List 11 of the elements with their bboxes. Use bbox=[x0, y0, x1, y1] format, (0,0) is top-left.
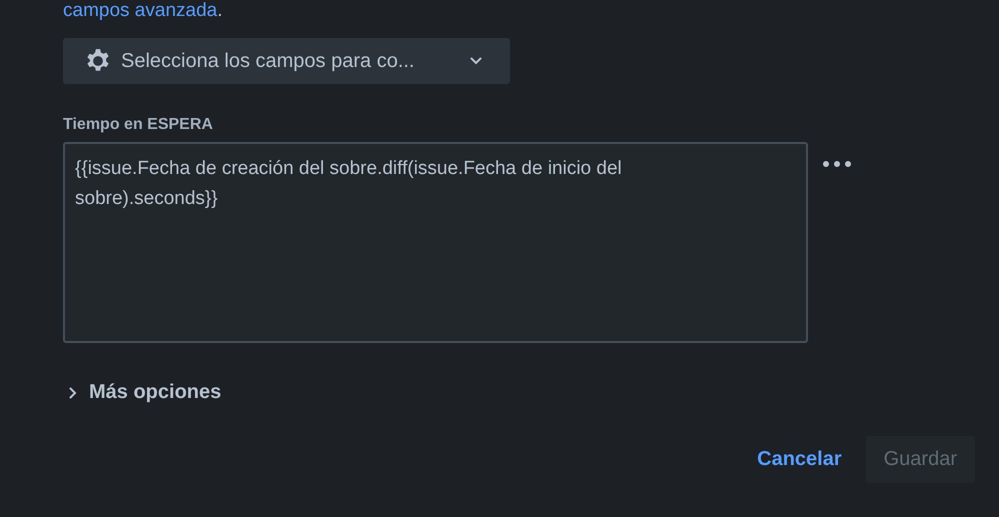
intro-text: campos avanzada. bbox=[63, 0, 224, 22]
cancel-button[interactable]: Cancelar bbox=[745, 438, 854, 481]
field-label: Tiempo en ESPERA bbox=[63, 116, 214, 134]
expression-field[interactable]: {{issue.Fecha de creación del sobre.diff(issue.Fecha de inicio del sobre).seconds}} bbox=[63, 142, 808, 343]
chevron-down-icon bbox=[470, 57, 482, 65]
more-options-toggle[interactable]: Más opciones bbox=[63, 381, 222, 404]
chevron-right-icon bbox=[69, 386, 77, 398]
settings-icon bbox=[85, 48, 111, 74]
field-picker-button[interactable]: Selecciona los campos para co... bbox=[63, 38, 510, 84]
more-icon[interactable] bbox=[822, 160, 852, 168]
advanced-fields-link[interactable]: campos avanzada bbox=[63, 0, 218, 21]
